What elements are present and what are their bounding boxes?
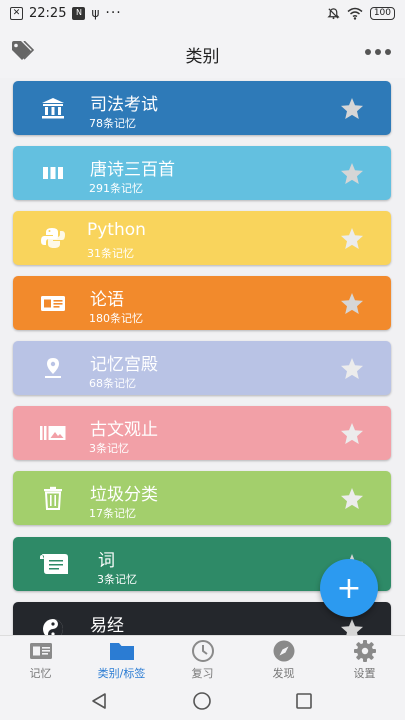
category-title: 论语 bbox=[90, 290, 124, 310]
usb-icon: ψ bbox=[91, 6, 100, 20]
nav-label: 复习 bbox=[191, 667, 214, 680]
category-title: 易经 bbox=[90, 616, 124, 635]
star-icon[interactable] bbox=[340, 357, 364, 380]
category-title: Python bbox=[87, 220, 146, 240]
category-card-python[interactable]: Python 31条记忆 bbox=[13, 211, 391, 265]
home-icon[interactable] bbox=[192, 691, 212, 711]
bank-icon bbox=[42, 98, 64, 119]
nav-label: 记忆 bbox=[29, 667, 52, 680]
category-count: 68条记忆 bbox=[89, 377, 136, 390]
status-bar: ✕ 22:25 N ψ ··· 100 bbox=[0, 0, 405, 26]
nav-label: 类别/标签 bbox=[97, 667, 146, 680]
compass-icon bbox=[273, 640, 294, 662]
yin-yang-icon bbox=[43, 619, 63, 635]
category-title: 词 bbox=[98, 551, 115, 571]
nfc-icon: N bbox=[72, 6, 86, 20]
nav-item-categories[interactable]: 类别/标签 bbox=[81, 639, 162, 681]
category-count: 78条记忆 bbox=[89, 117, 136, 130]
star-icon[interactable] bbox=[340, 487, 364, 510]
location-pin-icon bbox=[45, 358, 61, 378]
more-icon[interactable] bbox=[365, 49, 391, 55]
category-card-lunyu[interactable]: 论语 180条记忆 bbox=[13, 276, 391, 330]
star-icon[interactable] bbox=[340, 618, 364, 635]
star-icon[interactable] bbox=[340, 162, 364, 185]
trash-icon bbox=[44, 486, 62, 510]
star-icon[interactable] bbox=[340, 292, 364, 315]
add-icon: + bbox=[336, 570, 362, 606]
more-dots-icon: ··· bbox=[105, 5, 122, 21]
system-nav-bar bbox=[0, 682, 405, 720]
category-title: 唐诗三百首 bbox=[90, 160, 175, 180]
gear-icon bbox=[353, 640, 376, 662]
clock-icon bbox=[191, 640, 214, 662]
category-count: 31条记忆 bbox=[87, 247, 134, 260]
star-icon[interactable] bbox=[340, 422, 364, 445]
card-icon bbox=[41, 296, 65, 311]
category-card-guwen[interactable]: 古文观止 3条记忆 bbox=[13, 406, 391, 460]
nav-label: 设置 bbox=[353, 667, 376, 680]
mute-icon bbox=[327, 7, 340, 19]
bottom-nav: 记忆 类别/标签 复习 发现 设置 bbox=[0, 635, 405, 682]
category-card-tangshi[interactable]: 唐诗三百首 291条记忆 bbox=[13, 146, 391, 200]
category-card-laji-fenlei[interactable]: 垃圾分类 17条记忆 bbox=[13, 471, 391, 525]
folder-icon bbox=[109, 643, 134, 660]
category-title: 记忆宫殿 bbox=[90, 355, 158, 375]
category-card-sifa[interactable]: 司法考试 78条记忆 bbox=[13, 81, 391, 135]
wifi-icon bbox=[347, 7, 363, 20]
gallery-icon bbox=[40, 426, 66, 440]
python-icon bbox=[41, 228, 65, 248]
category-title: 古文观止 bbox=[90, 420, 158, 440]
nav-item-review[interactable]: 复习 bbox=[162, 639, 243, 681]
page-title: 类别 bbox=[185, 47, 220, 67]
scroll-icon bbox=[40, 554, 68, 574]
memory-card-icon bbox=[29, 643, 52, 659]
category-list[interactable]: 司法考试 78条记忆 唐诗三百首 291条记忆 Python 31条记忆 论语 … bbox=[0, 80, 405, 635]
category-title: 垃圾分类 bbox=[90, 485, 158, 505]
app-header: 类别 bbox=[0, 26, 405, 78]
columns-icon bbox=[43, 167, 63, 179]
star-icon[interactable] bbox=[340, 97, 364, 120]
status-time: 22:25 bbox=[29, 5, 67, 21]
nav-item-memory[interactable]: 记忆 bbox=[0, 639, 81, 681]
back-icon[interactable] bbox=[90, 692, 108, 710]
category-count: 17条记忆 bbox=[89, 507, 136, 520]
recents-icon[interactable] bbox=[295, 692, 313, 710]
star-icon[interactable] bbox=[340, 227, 364, 250]
category-count: 180条记忆 bbox=[89, 312, 143, 325]
nav-label: 发现 bbox=[272, 667, 295, 680]
category-count: 3条记忆 bbox=[97, 573, 137, 586]
battery-icon: 100 bbox=[369, 6, 395, 20]
category-count: 3条记忆 bbox=[89, 442, 129, 455]
nav-item-settings[interactable]: 设置 bbox=[324, 639, 405, 681]
nav-item-discover[interactable]: 发现 bbox=[243, 639, 324, 681]
category-card-jiyi-gongdian[interactable]: 记忆宫殿 68条记忆 bbox=[13, 341, 391, 395]
category-title: 司法考试 bbox=[90, 95, 158, 115]
category-count: 291条记忆 bbox=[89, 182, 143, 195]
close-box-icon: ✕ bbox=[10, 6, 23, 20]
add-category-button[interactable]: + bbox=[320, 559, 378, 617]
battery-level: 100 bbox=[373, 8, 391, 18]
